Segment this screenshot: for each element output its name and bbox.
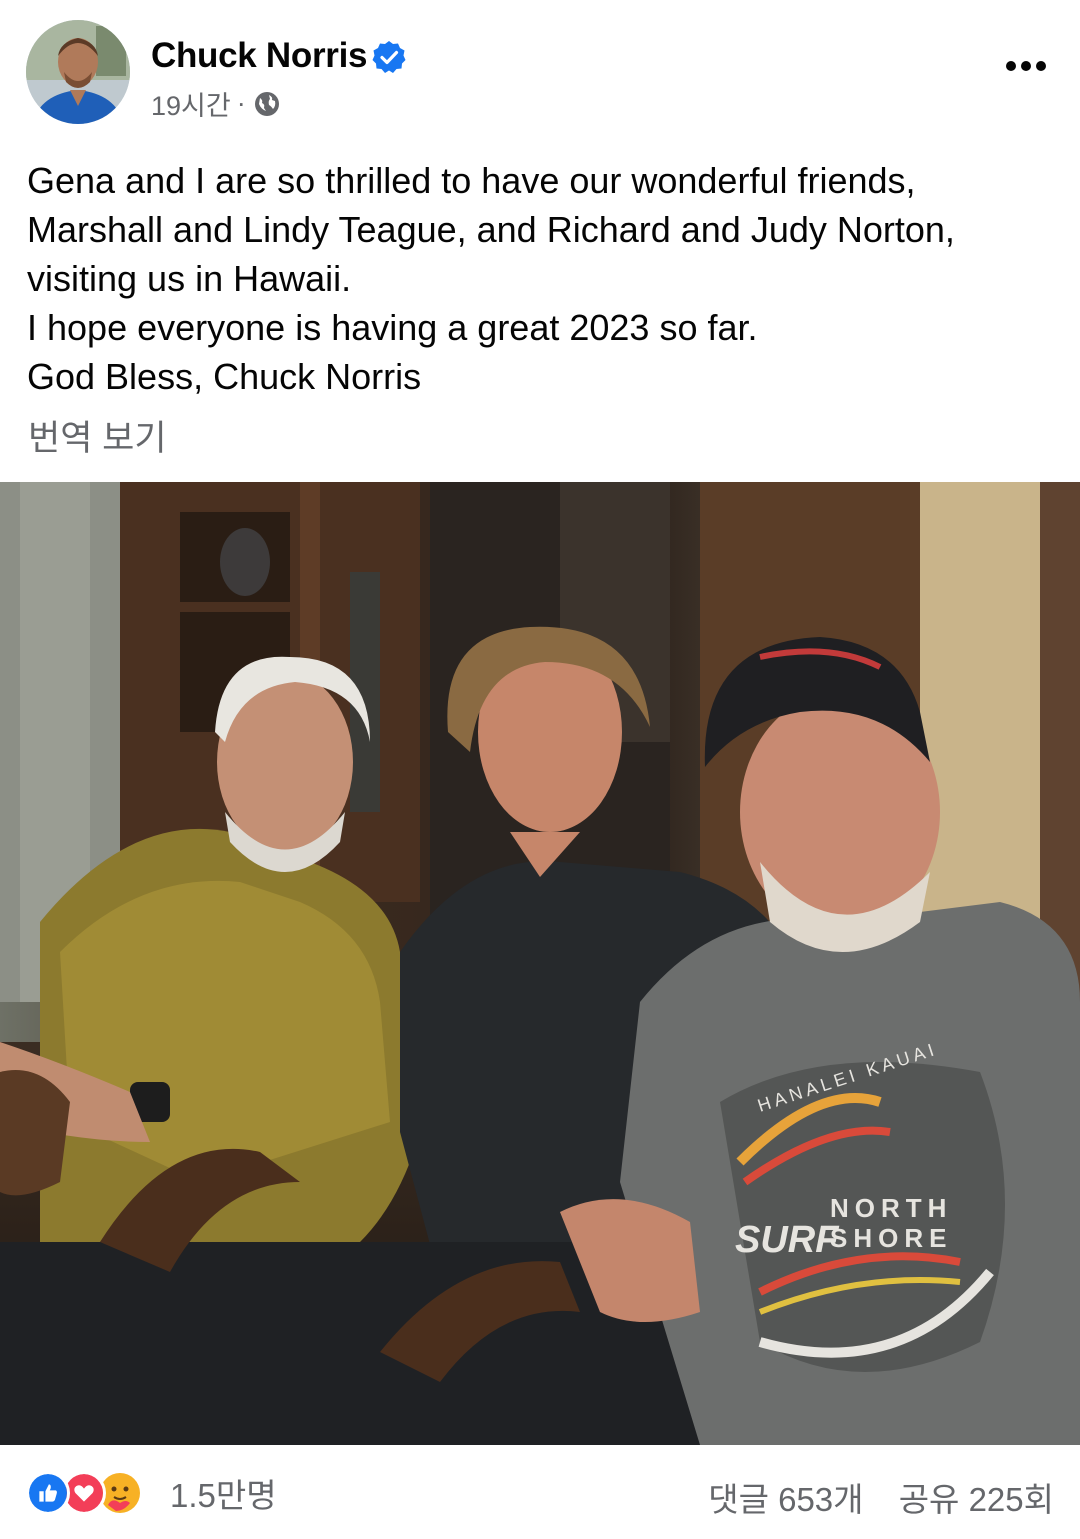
post-text-line: Gena and I are so thrilled to have our w… (27, 160, 916, 201)
reaction-icons (26, 1471, 156, 1515)
comment-count[interactable]: 댓글 653개 (708, 1481, 863, 1518)
facebook-post: Chuck Norris 19시간 · Gena and I are so th… (0, 0, 1080, 1539)
post-meta: 19시간 · (151, 84, 280, 123)
more-options-icon[interactable] (1004, 56, 1048, 76)
reaction-summary[interactable]: 1.5만명 (26, 1471, 277, 1515)
post-footer: 1.5만명 댓글 653개 공유 225회 (0, 1445, 1080, 1539)
post-message: Gena and I are so thrilled to have our w… (27, 156, 1067, 401)
shirt-text: NORTH (830, 1193, 952, 1223)
post-time[interactable]: 19시간 (151, 84, 231, 123)
post-header: Chuck Norris 19시간 · (0, 0, 1080, 140)
shirt-text: SHORE (830, 1223, 952, 1253)
shirt-text: SURF (735, 1219, 840, 1261)
verified-badge-icon (372, 41, 406, 73)
like-icon (26, 1471, 70, 1515)
meta-separator: · (236, 88, 246, 118)
share-count[interactable]: 공유 225회 (899, 1481, 1054, 1518)
see-translation-link[interactable]: 번역 보기 (28, 410, 167, 461)
post-stats: 댓글 653개 공유 225회 (682, 1473, 1054, 1521)
post-photo[interactable]: NORTH SHORE SURF HANALEI KAUAI (0, 482, 1080, 1445)
post-text-line: I hope everyone is having a great 2023 s… (27, 307, 758, 348)
author-name[interactable]: Chuck Norris (151, 36, 367, 76)
post-text-line: God Bless, Chuck Norris (27, 356, 422, 397)
post-text-line: visiting us in Hawaii. (27, 258, 352, 299)
avatar[interactable] (26, 20, 130, 124)
reaction-count[interactable]: 1.5만명 (170, 1469, 277, 1517)
globe-icon (254, 91, 279, 116)
post-text-line: Marshall and Lindy Teague, and Richard a… (27, 209, 955, 250)
